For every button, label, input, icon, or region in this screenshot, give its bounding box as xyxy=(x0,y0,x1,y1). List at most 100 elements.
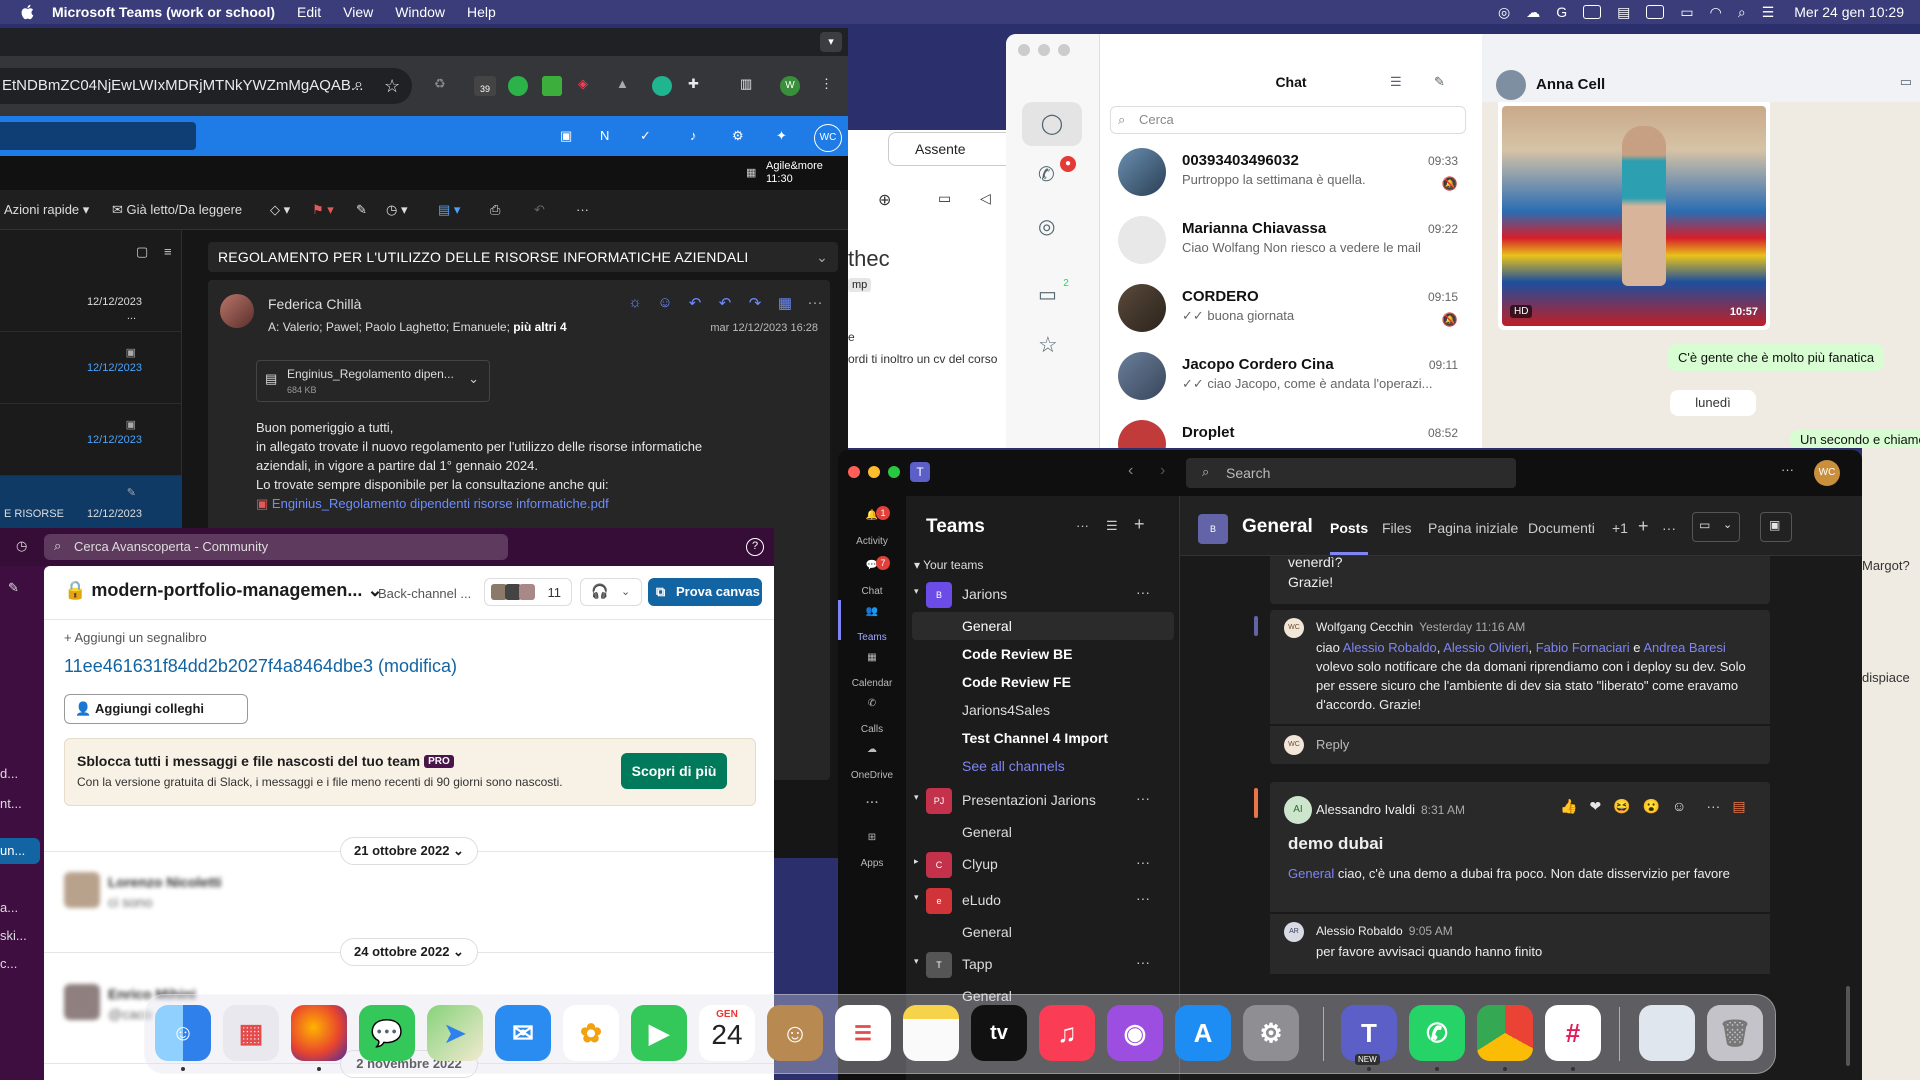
team-clyup[interactable]: ▸ C Clyup ··· xyxy=(906,850,1180,878)
teams-search[interactable]: Search xyxy=(1186,458,1516,488)
channel-code-review-be[interactable]: Code Review BE xyxy=(906,640,1180,668)
outlook-search[interactable] xyxy=(0,122,196,150)
photos-app-icon[interactable]: ✿ xyxy=(563,1005,619,1061)
wifi-icon[interactable]: ◠ xyxy=(1710,4,1722,21)
zoom-icon[interactable]: ⌕ xyxy=(354,76,374,96)
chrome-app-icon[interactable] xyxy=(1477,1005,1533,1061)
see-all-channels-link[interactable]: See all channels xyxy=(906,752,1180,780)
extension-hat-icon[interactable]: ▲ xyxy=(616,76,636,96)
team-more-icon[interactable]: ··· xyxy=(1136,954,1150,970)
chat-item[interactable]: 00393403496032 09:33 Purtroppo la settim… xyxy=(1100,140,1482,208)
message-row[interactable]: ▣ 12/12/2023 xyxy=(0,404,182,476)
channel-topic[interactable]: Back-channel ... xyxy=(378,586,471,601)
music-app-icon[interactable]: ♫ xyxy=(1039,1005,1095,1061)
todo-icon[interactable]: ✓ xyxy=(640,128,658,146)
account-avatar[interactable]: WC xyxy=(814,124,842,152)
team-tapp[interactable]: ▾ T Tapp ··· xyxy=(906,950,1180,978)
minimize-window-button[interactable] xyxy=(868,466,880,478)
creative-cloud-icon[interactable]: ◎ xyxy=(1498,4,1510,21)
menu-edit[interactable]: Edit xyxy=(297,4,321,20)
notes-app-icon[interactable] xyxy=(903,1005,959,1061)
contacts-app-icon[interactable]: ☺ xyxy=(767,1005,823,1061)
read-unread-button[interactable]: ✉ Già letto/Da leggere xyxy=(112,202,242,218)
compose-icon[interactable]: ✎ xyxy=(8,580,19,596)
add-reaction-icon[interactable]: ☺ xyxy=(1672,798,1686,815)
sidebar-item[interactable]: nt... xyxy=(0,796,22,811)
heart-reaction-icon[interactable]: ❤ xyxy=(1589,798,1601,815)
spotlight-search-icon[interactable]: ⌕ xyxy=(1738,4,1746,21)
tips-lightbulb-icon[interactable]: ✦ xyxy=(776,128,794,146)
rail-apps[interactable]: ⊞ Apps xyxy=(838,832,906,869)
tab-documenti[interactable]: Documenti xyxy=(1528,520,1595,536)
launchpad-app-icon[interactable]: ▦ xyxy=(223,1005,279,1061)
team-more-icon[interactable]: ··· xyxy=(1136,854,1150,870)
more-options-icon[interactable]: ··· xyxy=(1076,518,1089,533)
contact-name[interactable]: Anna Cell xyxy=(1536,76,1605,93)
chat-item[interactable]: Marianna Chiavassa 09:22 Ciao Wolfang No… xyxy=(1100,208,1482,276)
more-recipients[interactable]: più altri 4 xyxy=(513,320,566,334)
reminders-app-icon[interactable]: ☰ xyxy=(835,1005,891,1061)
settings-gear-icon[interactable]: ⚙ xyxy=(732,128,750,146)
battery-icon[interactable]: ▭ xyxy=(1680,4,1693,21)
scrollbar[interactable] xyxy=(1846,986,1850,1066)
channel-general[interactable]: General xyxy=(906,918,1180,946)
onenote-icon[interactable]: N xyxy=(600,128,618,146)
downloads-stack-icon[interactable] xyxy=(1639,1005,1695,1061)
regolamento-link[interactable]: Enginius_Regolamento dipendenti risorse … xyxy=(272,496,609,511)
rail-onedrive[interactable]: ☁ OneDrive xyxy=(838,744,906,781)
bookmark-star-icon[interactable]: ☆ xyxy=(384,76,404,96)
rail-more[interactable]: ... xyxy=(838,790,906,808)
like-reaction-icon[interactable]: 👍 xyxy=(1560,798,1577,815)
extension-c-icon[interactable] xyxy=(652,76,672,96)
reminder-text[interactable]: Agile&more 11:30 xyxy=(766,160,823,186)
team-presentazioni-jarions[interactable]: ▾ PJ Presentazioni Jarions ··· xyxy=(906,786,1180,814)
channel-info-button[interactable]: ▣ xyxy=(1760,512,1792,542)
reply-row[interactable]: WC Reply xyxy=(1270,726,1770,764)
extension-play-icon[interactable] xyxy=(508,76,528,96)
channel-mention[interactable]: General xyxy=(1288,866,1334,881)
snooze-clock-icon[interactable]: ◷ ▾ xyxy=(386,202,407,218)
facetime-app-icon[interactable]: ▶ xyxy=(631,1005,687,1061)
history-clock-icon[interactable]: ◷ xyxy=(16,538,27,554)
system-settings-app-icon[interactable]: ⚙ xyxy=(1243,1005,1299,1061)
channel-more-icon[interactable]: ··· xyxy=(1662,520,1676,536)
channel-test-import[interactable]: Test Channel 4 Import xyxy=(906,724,1180,752)
teams-app-icon[interactable]: T NEW xyxy=(1341,1005,1397,1065)
menu-window[interactable]: Window xyxy=(395,4,445,20)
firefox-app-icon[interactable] xyxy=(291,1005,347,1061)
more-options-icon[interactable]: ··· xyxy=(576,202,589,217)
app-store-app-icon[interactable]: A xyxy=(1175,1005,1231,1061)
tab-more[interactable]: +1 xyxy=(1612,520,1628,536)
apps-grid-icon[interactable]: ▦ xyxy=(776,294,794,312)
sidebar-item[interactable]: d... xyxy=(0,766,18,781)
mention[interactable]: Fabio Fornaciari xyxy=(1536,640,1630,655)
window-layout-icon[interactable] xyxy=(1583,5,1602,19)
sidebar-item[interactable]: ski... xyxy=(0,928,27,943)
messages-app-icon[interactable]: 💬 xyxy=(359,1005,415,1061)
filter-icon[interactable]: ☰ xyxy=(1106,518,1118,534)
grammarly-icon[interactable]: G xyxy=(1556,4,1567,20)
add-team-icon[interactable]: + xyxy=(1134,514,1145,535)
folder-icon[interactable]: ▭ xyxy=(938,190,951,207)
menu-help[interactable]: Help xyxy=(467,4,496,20)
reply-icon[interactable]: ↶ xyxy=(686,294,704,312)
message-row-selected[interactable]: ✎ E RISORSE 12/12/2023 xyxy=(0,476,182,532)
tab-posts[interactable]: Posts xyxy=(1330,520,1368,536)
move-to-icon[interactable]: ▤ ▾ xyxy=(438,202,460,218)
add-tab-icon[interactable]: + xyxy=(1638,516,1649,537)
tab-files[interactable]: Files xyxy=(1382,520,1412,536)
emoji-icon[interactable]: ☺ xyxy=(656,294,674,312)
starred-icon[interactable]: ☆ xyxy=(1038,332,1068,362)
message-author[interactable]: Wolfgang Cecchin xyxy=(1316,620,1413,634)
new-chat-icon[interactable]: ✎ xyxy=(1434,74,1445,90)
members-button[interactable]: 11 xyxy=(484,578,572,606)
help-icon[interactable]: ? xyxy=(746,538,764,556)
message-author[interactable]: Alessio Robaldo xyxy=(1316,924,1403,938)
chat-item[interactable]: Droplet 08:52 xyxy=(1100,412,1482,448)
teams-chat-icon[interactable]: ▣ xyxy=(560,128,578,146)
message-more-icon[interactable]: ··· xyxy=(1706,798,1720,815)
my-avatar[interactable]: WC xyxy=(1814,460,1840,486)
menu-view[interactable]: View xyxy=(343,4,373,20)
team-jarions[interactable]: ▾ B Jarions ··· xyxy=(906,580,1180,608)
address-bar[interactable]: EtNDBmZC04NjEwLWIxMDRjMTNkYWZmMgAQAB... xyxy=(0,68,412,104)
